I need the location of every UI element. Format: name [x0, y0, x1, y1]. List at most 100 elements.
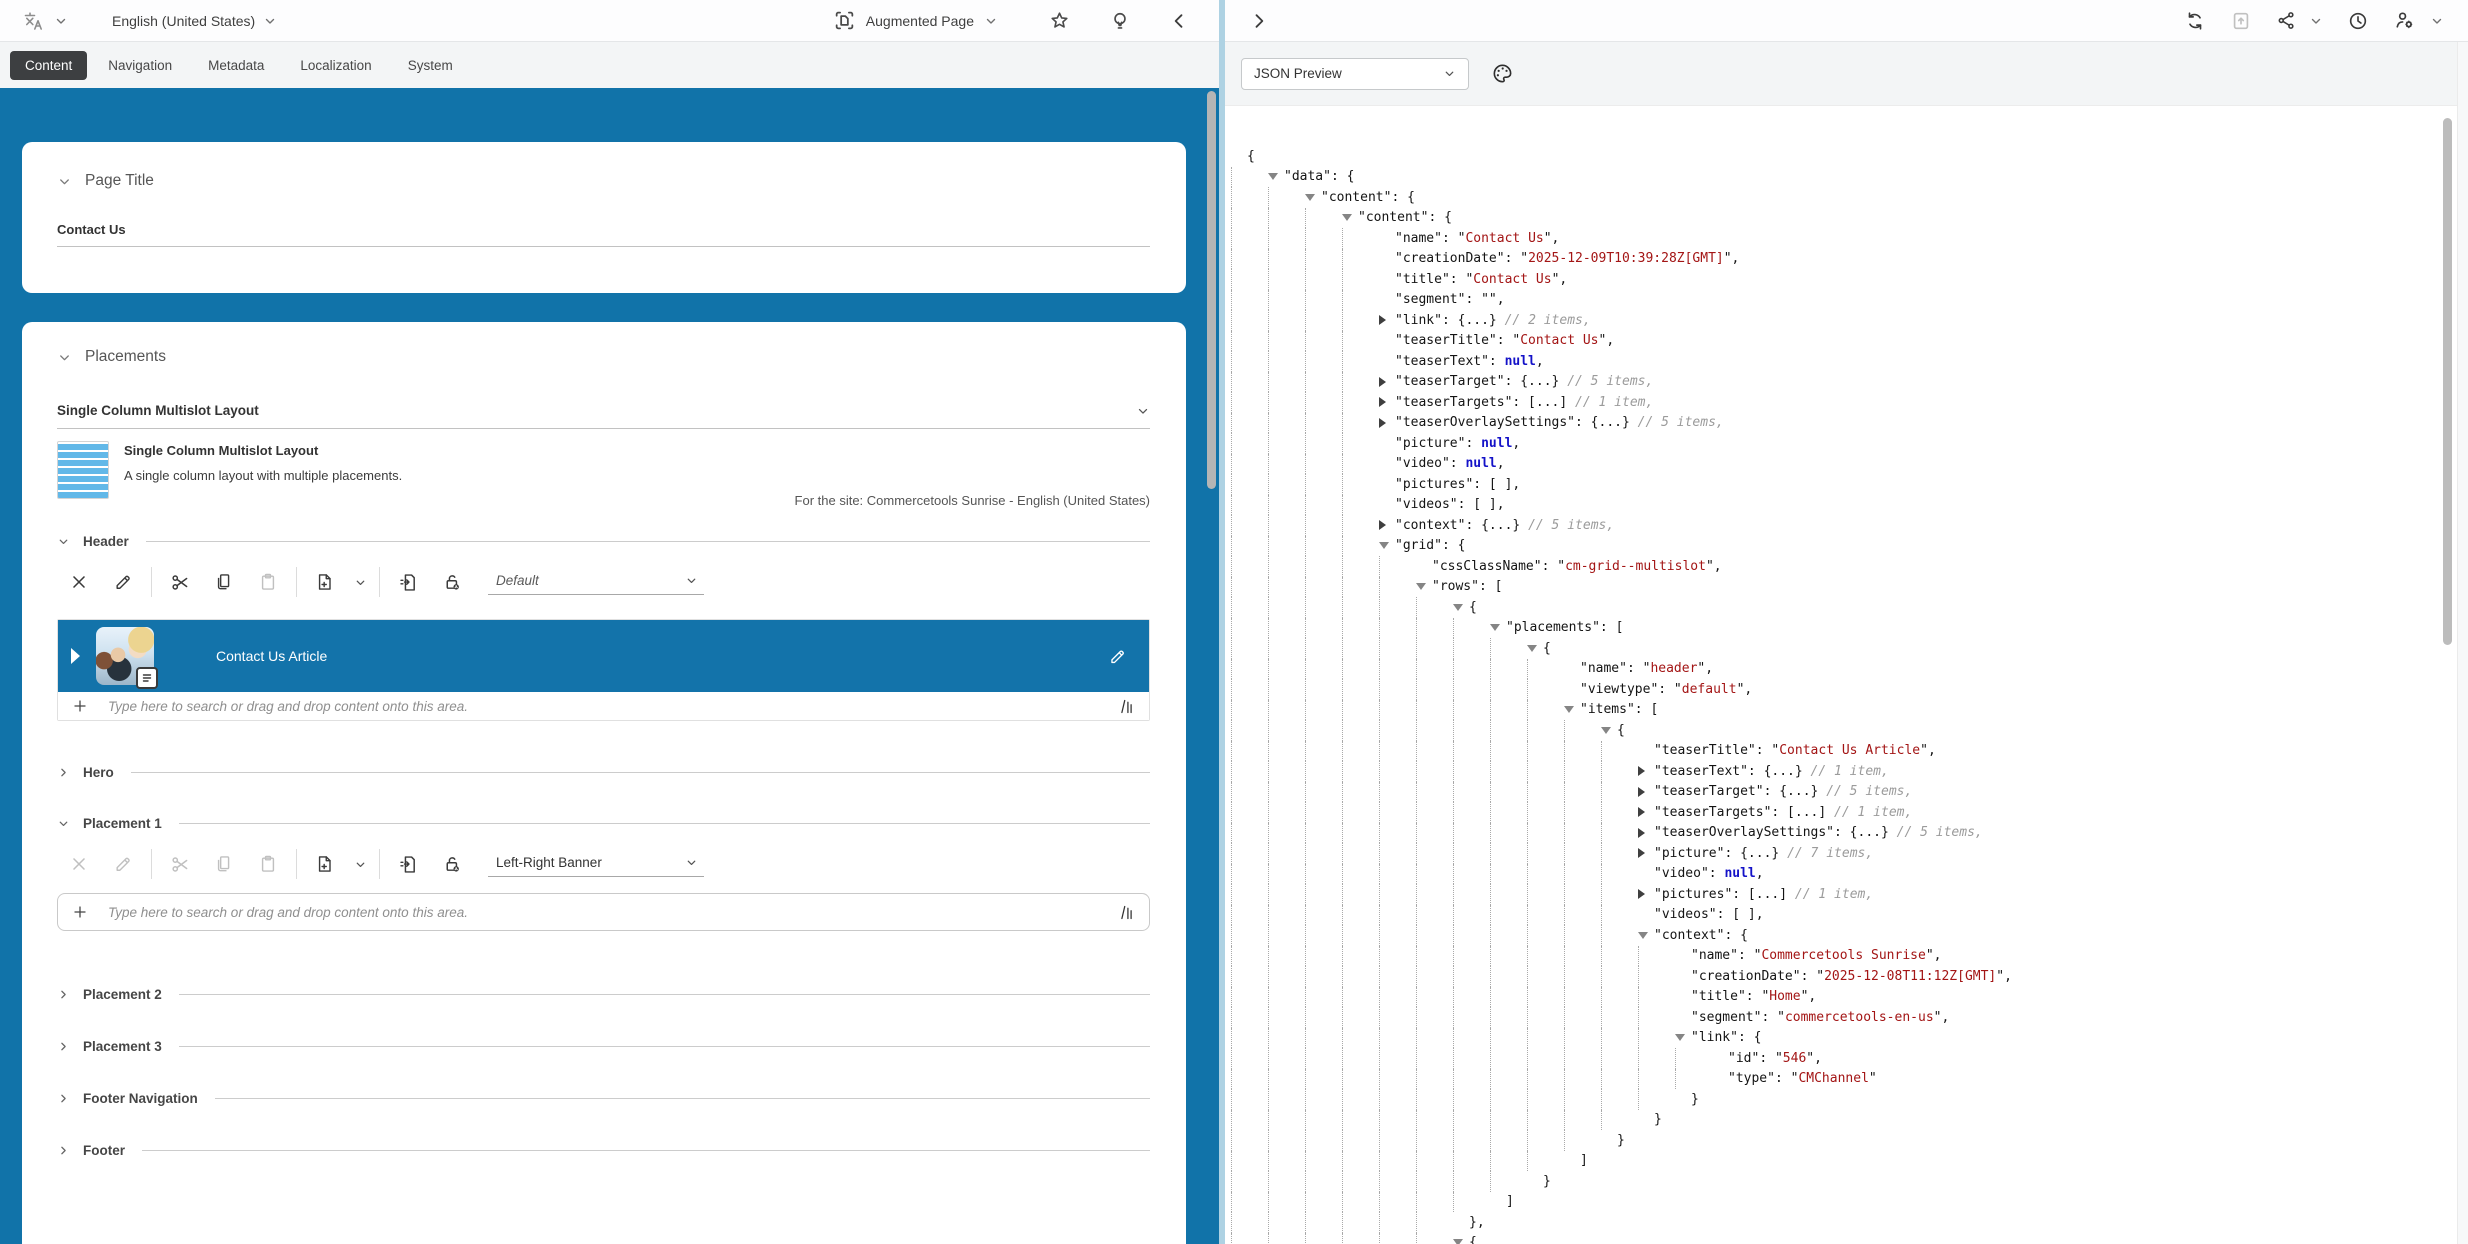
json-line: "data": {	[1231, 167, 2468, 188]
edit-pencil-icon[interactable]	[1108, 647, 1127, 666]
linked-content-row[interactable]: Contact Us Article	[58, 620, 1149, 692]
collapse-chevron-icon[interactable]	[57, 174, 72, 189]
collapse-toggle-expanded-icon[interactable]	[1379, 536, 1395, 557]
collapse-chevron-icon[interactable]	[57, 350, 72, 365]
collapse-toggle-collapsed-icon[interactable]	[1379, 392, 1395, 413]
collapse-toggle-collapsed-icon[interactable]	[1638, 884, 1654, 905]
preview-mode-select[interactable]: JSON Preview	[1241, 58, 1469, 90]
open-content-icon[interactable]	[386, 572, 430, 593]
json-token-p: "	[1869, 1071, 1877, 1086]
json-scrollbar[interactable]	[2443, 118, 2452, 645]
indent-guide	[1268, 1007, 1305, 1028]
indent-guide	[1490, 782, 1527, 803]
section-divider-line	[179, 1046, 1150, 1047]
cut-scissors-icon[interactable]	[158, 572, 202, 593]
section-header[interactable]: Header	[57, 534, 1150, 549]
collapse-panel-left-icon[interactable]	[1169, 11, 1189, 31]
collapse-toggle-expanded-icon[interactable]	[1453, 1233, 1469, 1244]
placement1-view-select[interactable]: Left-Right Banner	[488, 851, 704, 877]
theme-palette-icon[interactable]	[1491, 62, 1514, 85]
collapse-toggle-expanded-icon[interactable]	[1453, 597, 1469, 618]
collapse-toggle-expanded-icon[interactable]	[1305, 187, 1321, 208]
collapse-toggle-collapsed-icon[interactable]	[1379, 413, 1395, 434]
json-token-p: : "	[1505, 251, 1528, 266]
collapse-toggle-collapsed-icon[interactable]	[1638, 761, 1654, 782]
json-line: "creationDate": "2025-12-08T11:12Z[GMT]"…	[1231, 966, 2468, 987]
indent-guide	[1268, 228, 1305, 249]
collapse-toggle-expanded-icon[interactable]	[1527, 638, 1543, 659]
open-content-icon[interactable]	[386, 854, 430, 875]
collapse-toggle-collapsed-icon[interactable]	[1379, 372, 1395, 393]
new-content-icon[interactable]	[303, 854, 347, 874]
section-footer-navigation[interactable]: Footer Navigation	[57, 1091, 1150, 1106]
lock-permissions-icon[interactable]	[430, 854, 474, 875]
collapse-panel-right-icon[interactable]	[1249, 11, 1269, 31]
tab-content[interactable]: Content	[10, 51, 87, 80]
content-type-filter-icon[interactable]	[1118, 904, 1135, 921]
collapse-toggle-collapsed-icon[interactable]	[1638, 802, 1654, 823]
json-token-p: ",	[1806, 1051, 1822, 1066]
collapse-toggle-collapsed-icon[interactable]	[1379, 310, 1395, 331]
section-placement2[interactable]: Placement 2	[57, 987, 1150, 1002]
chevron-right-icon	[57, 988, 70, 1001]
collapse-toggle-expanded-icon[interactable]	[1342, 208, 1358, 229]
header-view-select[interactable]: Default	[488, 569, 704, 595]
locale-select-value[interactable]: English (United States)	[112, 13, 255, 29]
indent-guide	[1527, 884, 1564, 905]
collapse-toggle-collapsed-icon[interactable]	[1638, 843, 1654, 864]
favorite-star-icon[interactable]	[1048, 9, 1071, 32]
user-settings-dropdown-chevron-icon[interactable]	[2430, 14, 2444, 28]
edit-pencil-icon[interactable]	[101, 572, 145, 592]
new-content-dropdown-chevron-icon[interactable]	[347, 858, 373, 871]
remove-item-icon[interactable]	[57, 572, 101, 592]
json-token-k: "picture"	[1395, 436, 1465, 451]
section-placement3[interactable]: Placement 3	[57, 1039, 1150, 1054]
refresh-preview-icon[interactable]	[2184, 10, 2206, 32]
collapse-toggle-expanded-icon[interactable]	[1490, 618, 1506, 639]
collapse-toggle-expanded-icon[interactable]	[1675, 1028, 1691, 1049]
section-placement1[interactable]: Placement 1	[57, 816, 1150, 831]
json-token-p: : "	[1738, 948, 1761, 963]
share-dropdown-chevron-icon[interactable]	[2309, 14, 2323, 28]
collapse-toggle-expanded-icon[interactable]	[1416, 577, 1432, 598]
json-line: "name": "Commercetools Sunrise",	[1231, 946, 2468, 967]
content-type-filter-icon[interactable]	[1118, 698, 1135, 715]
collapse-toggle-expanded-icon[interactable]	[1268, 167, 1284, 188]
collapse-toggle-expanded-icon[interactable]	[1564, 700, 1580, 721]
translate-icon[interactable]	[22, 10, 44, 32]
placement1-drop-area[interactable]: Type here to search or drag and drop con…	[57, 893, 1150, 931]
lock-permissions-icon[interactable]	[430, 572, 474, 593]
time-travel-clock-icon[interactable]	[2347, 10, 2369, 32]
tab-metadata[interactable]: Metadata	[193, 51, 279, 80]
expand-caret-icon[interactable]	[71, 648, 80, 664]
translate-dropdown-chevron-icon[interactable]	[54, 14, 68, 28]
section-footer[interactable]: Footer	[57, 1143, 1150, 1158]
left-panel-scrollbar[interactable]	[1207, 91, 1216, 489]
indent-guide	[1268, 864, 1305, 885]
section-divider-line	[179, 823, 1150, 824]
indent-guide	[1490, 1151, 1527, 1172]
locale-dropdown-chevron-icon[interactable]	[263, 14, 277, 28]
collapse-toggle-expanded-icon[interactable]	[1601, 720, 1617, 741]
copy-icon[interactable]	[202, 572, 246, 592]
tab-localization[interactable]: Localization	[285, 51, 386, 80]
user-settings-icon[interactable]	[2393, 9, 2416, 32]
tab-navigation[interactable]: Navigation	[93, 51, 187, 80]
collapse-toggle-expanded-icon[interactable]	[1638, 925, 1654, 946]
share-icon[interactable]	[2276, 10, 2297, 31]
indent-guide	[1342, 925, 1379, 946]
collapse-toggle-collapsed-icon[interactable]	[1379, 515, 1395, 536]
json-line: "teaserOverlaySettings": {...} // 5 item…	[1231, 823, 2468, 844]
section-hero[interactable]: Hero	[57, 765, 1150, 780]
new-content-icon[interactable]	[303, 572, 347, 592]
json-token-p: : {...}	[1764, 784, 1827, 799]
collapse-toggle-collapsed-icon[interactable]	[1638, 782, 1654, 803]
page-title-input[interactable]: Contact Us	[57, 222, 1150, 237]
tab-system[interactable]: System	[393, 51, 468, 80]
new-content-dropdown-chevron-icon[interactable]	[347, 576, 373, 589]
header-drop-area[interactable]: Type here to search or drag and drop con…	[58, 692, 1149, 720]
collapse-toggle-collapsed-icon[interactable]	[1638, 823, 1654, 844]
doc-type-selector[interactable]: Augmented Page	[833, 9, 998, 32]
layout-select[interactable]: Single Column Multislot Layout	[57, 403, 1150, 429]
lightbulb-icon[interactable]	[1109, 10, 1131, 32]
